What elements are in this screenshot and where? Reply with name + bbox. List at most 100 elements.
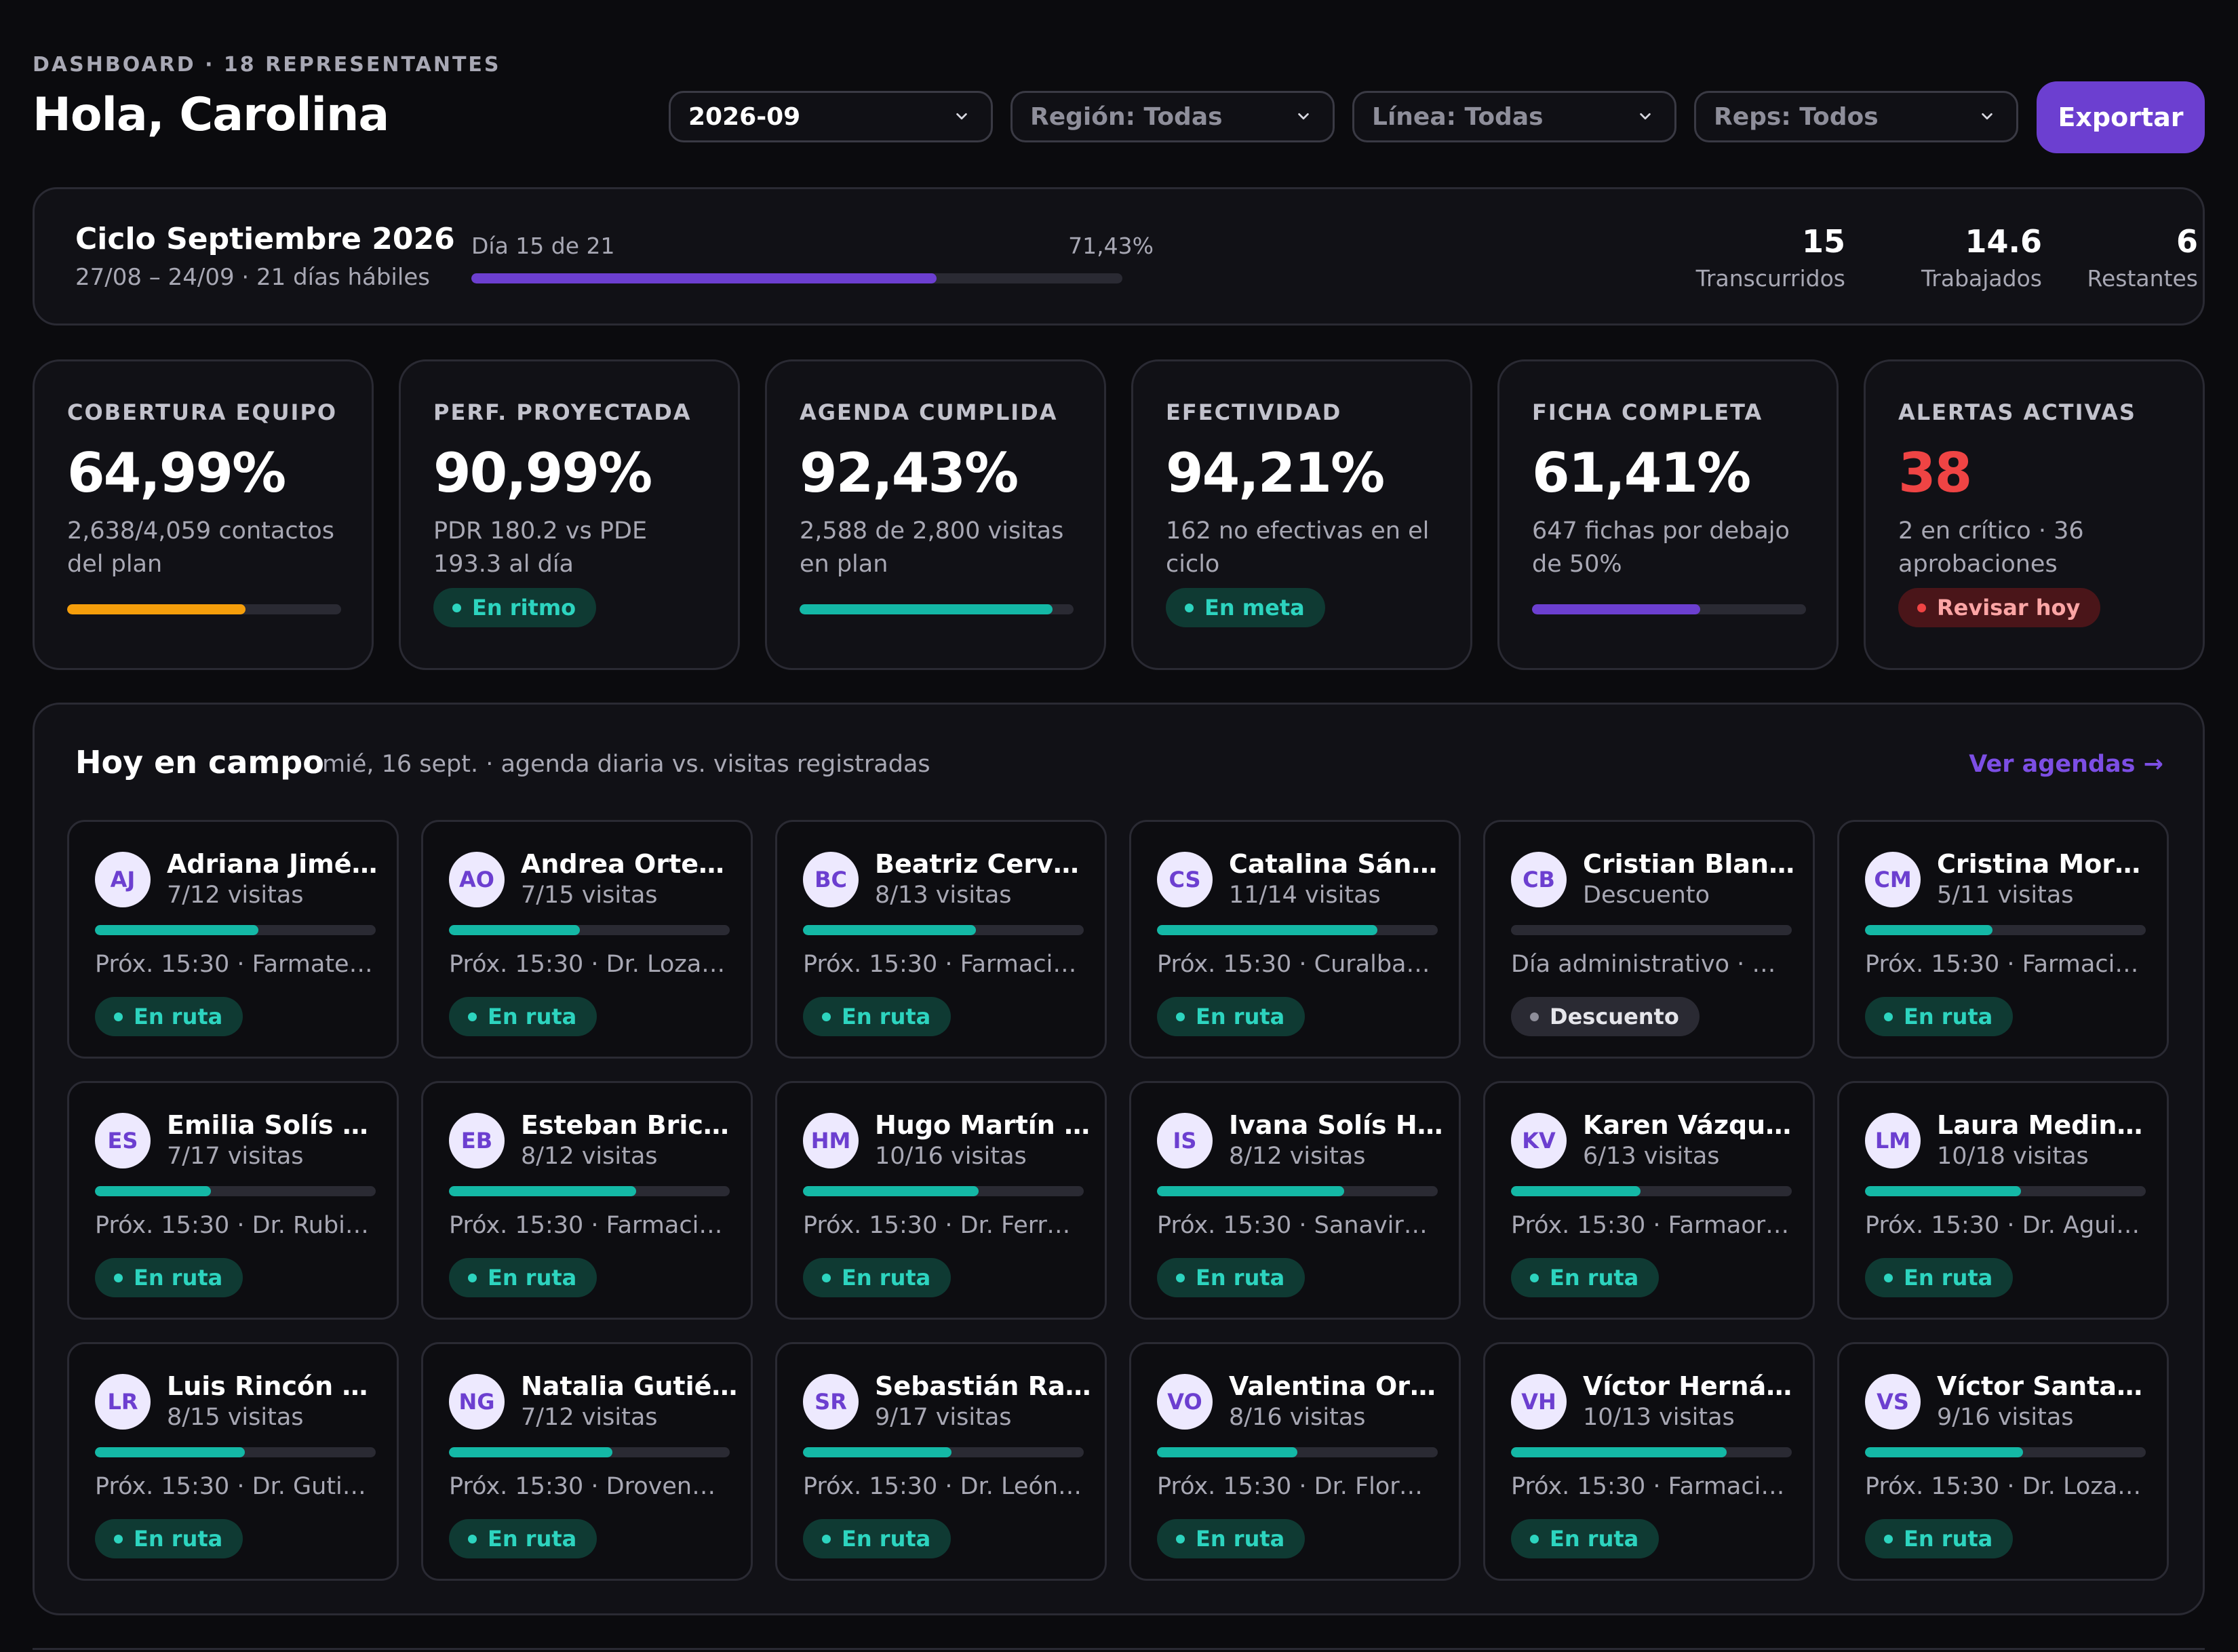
rep-progress-bar: [1511, 1447, 1792, 1457]
rep-visit-count: 7/12 visitas: [521, 1404, 658, 1431]
status-badge: En ruta: [1865, 997, 2014, 1036]
review-today-badge[interactable]: Revisar hoy: [1898, 588, 2101, 627]
rep-name: Luis Rincón Cer...: [167, 1371, 384, 1401]
rep-card[interactable]: KV Karen Vázquez ... 6/13 visitas Próx. 15:…: [1483, 1081, 1815, 1320]
rep-progress-bar: [95, 925, 376, 935]
status-badge-label: En ruta: [488, 1004, 577, 1029]
line-select[interactable]: Línea: Todas: [1352, 91, 1676, 142]
rep-card[interactable]: VH Víctor Hernánd... 10/13 visitas Próx. 15…: [1483, 1342, 1815, 1581]
section-title: Hoy en campo: [75, 744, 324, 781]
rep-next-visit: Próx. 15:30 · Farmaoriel ...: [1511, 1212, 1790, 1239]
rep-progress-bar: [1511, 1186, 1792, 1196]
kpi-label: PERF. PROYECTADA: [433, 399, 692, 425]
status-badge: En ruta: [1511, 1258, 1660, 1297]
kpi-card-agenda[interactable]: AGENDA CUMPLIDA 92,43% 2,588 de 2,800 vi…: [765, 359, 1106, 670]
region-select-value: Región: Todas: [1030, 102, 1223, 131]
rep-progress-fill: [449, 1447, 613, 1457]
dashboard-page: DASHBOARD · 18 REPRESENTANTES Hola, Caro…: [0, 0, 2238, 1652]
rep-visit-count: 5/11 visitas: [1937, 882, 2074, 909]
rep-progress-bar: [95, 1447, 376, 1457]
status-badge: En ruta: [803, 1258, 951, 1297]
kpi-card-effectiveness[interactable]: EFECTIVIDAD 94,21% 162 no efectivas en e…: [1131, 359, 1472, 670]
rep-progress-bar: [449, 1186, 730, 1196]
stat-elapsed: 15 Transcurridos: [1649, 223, 1845, 292]
status-badge-label: En ruta: [842, 1265, 931, 1291]
rep-progress-bar: [803, 1186, 1084, 1196]
kpi-value: 64,99%: [67, 441, 286, 505]
avatar: BC: [803, 852, 859, 907]
rep-card[interactable]: CS Catalina Sánc... 11/14 visitas Próx. 15:…: [1129, 820, 1461, 1059]
filter-bar: 2026-09 Región: Todas Línea: Todas Reps:…: [669, 91, 2018, 142]
rep-name: Natalia Gutiérr...: [521, 1371, 738, 1401]
rep-progress-bar: [803, 925, 1084, 935]
rep-card[interactable]: LM Laura Medina ... 10/18 visitas Próx. 15:…: [1837, 1081, 2169, 1320]
kpi-card-complete-file[interactable]: FICHA COMPLETA 61,41% 647 fichas por deb…: [1497, 359, 1839, 670]
kpi-progress-bar: [800, 604, 1074, 614]
status-dot-icon: [468, 1534, 477, 1543]
rep-card[interactable]: NG Natalia Gutiérr... 7/12 visitas Próx. 15…: [421, 1342, 753, 1581]
period-select[interactable]: 2026-09: [669, 91, 993, 142]
rep-progress-fill: [95, 1447, 245, 1457]
rep-card[interactable]: ES Emilia Solís Ca... 7/17 visitas Próx. 15…: [67, 1081, 399, 1320]
kpi-value: 61,41%: [1532, 441, 1751, 505]
status-badge: En ruta: [449, 997, 597, 1036]
rep-card[interactable]: AO Andrea Ortega... 7/15 visitas Próx. 15:3…: [421, 820, 753, 1059]
rep-visit-count: 11/14 visitas: [1229, 882, 1381, 909]
rep-next-visit: Próx. 15:30 · Farmacia ...: [1865, 951, 2144, 978]
status-dot-icon: [1530, 1534, 1539, 1543]
rep-card[interactable]: AJ Adriana Jimén... 7/12 visitas Próx. 15:3…: [67, 820, 399, 1059]
rep-name: Karen Vázquez ...: [1583, 1110, 1800, 1140]
rep-next-visit: Próx. 15:30 · Farmacia S...: [1511, 1473, 1790, 1500]
avatar: LR: [95, 1374, 151, 1430]
rep-card[interactable]: CM Cristina Moren... 5/11 visitas Próx. 15:…: [1837, 820, 2169, 1059]
reps-select[interactable]: Reps: Todos: [1694, 91, 2018, 142]
avatar: HM: [803, 1113, 859, 1168]
kpi-progress-bar: [1532, 604, 1806, 614]
rep-visit-count: 8/12 visitas: [1229, 1143, 1366, 1170]
kpi-card-active-alerts[interactable]: ALERTAS ACTIVAS 38 2 en crítico · 36 apr…: [1864, 359, 2205, 670]
status-dot-icon: [114, 1534, 123, 1543]
kpi-description: PDR 180.2 vs PDE 193.3 al día: [433, 517, 648, 578]
cycle-card: Ciclo Septiembre 2026 27/08 – 24/09 · 21…: [33, 187, 2205, 326]
avatar: KV: [1511, 1113, 1567, 1168]
kpi-value: 94,21%: [1166, 441, 1385, 505]
rep-card[interactable]: VO Valentina Ortiz... 8/16 visitas Próx. 15…: [1129, 1342, 1461, 1581]
status-badge: En ruta: [803, 997, 951, 1036]
kpi-card-coverage[interactable]: COBERTURA EQUIPO 64,99% 2,638/4,059 cont…: [33, 359, 374, 670]
export-button[interactable]: Exportar: [2037, 81, 2205, 153]
rep-card[interactable]: HM Hugo Martín Pr... 10/16 visitas Próx. 15…: [775, 1081, 1107, 1320]
rep-card[interactable]: CB Cristian Blanco... Descuento Día adminis…: [1483, 820, 1815, 1059]
rep-card[interactable]: EB Esteban Briceñ... 8/12 visitas Próx. 15:…: [421, 1081, 753, 1320]
kpi-label: ALERTAS ACTIVAS: [1898, 399, 2136, 425]
kpi-value: 38: [1898, 441, 1972, 505]
rep-card[interactable]: SR Sebastián Ram... 9/17 visitas Próx. 15:3…: [775, 1342, 1107, 1581]
chevron-down-icon: [956, 113, 967, 120]
rep-progress-bar: [1157, 925, 1438, 935]
rep-visit-count: 6/13 visitas: [1583, 1143, 1720, 1170]
avatar: CB: [1511, 852, 1567, 907]
status-badge: En ruta: [1511, 1519, 1660, 1558]
stat-elapsed-value: 15: [1801, 223, 1845, 260]
avatar: VO: [1157, 1374, 1213, 1430]
rep-progress-bar: [1157, 1447, 1438, 1457]
avatar: EB: [449, 1113, 505, 1168]
rep-card[interactable]: LR Luis Rincón Cer... 8/15 visitas Próx. 15…: [67, 1342, 399, 1581]
kpi-card-projected-performance[interactable]: PERF. PROYECTADA 90,99% PDR 180.2 vs PDE…: [399, 359, 740, 670]
status-badge: En ruta: [95, 997, 243, 1036]
view-agendas-link[interactable]: Ver agendas →: [1969, 751, 2163, 778]
section-subtitle: mié, 16 sept. · agenda diaria vs. visita…: [322, 751, 930, 778]
rep-card[interactable]: VS Víctor Santana... 9/16 visitas Próx. 15:…: [1837, 1342, 2169, 1581]
rep-next-visit: Próx. 15:30 · Dr. Ferrer G...: [803, 1212, 1082, 1239]
status-badge-label: En ruta: [134, 1004, 223, 1029]
region-select[interactable]: Región: Todas: [1010, 91, 1335, 142]
rep-progress-fill: [1511, 1447, 1727, 1457]
rep-progress-fill: [803, 1186, 979, 1196]
rep-visit-count: 7/17 visitas: [167, 1143, 304, 1170]
status-dot-icon: [468, 1273, 477, 1282]
rep-name: Víctor Santana...: [1937, 1371, 2154, 1401]
rep-grid: AJ Adriana Jimén... 7/12 visitas Próx. 15:3…: [67, 820, 2169, 1581]
rep-card[interactable]: BC Beatriz Cervan... 8/13 visitas Próx. 15:…: [775, 820, 1107, 1059]
kpi-progress-fill: [67, 604, 246, 614]
rep-card[interactable]: IS Ivana Solís Her... 8/12 visitas Próx. 15…: [1129, 1081, 1461, 1320]
status-badge: En ruta: [1157, 1519, 1306, 1558]
